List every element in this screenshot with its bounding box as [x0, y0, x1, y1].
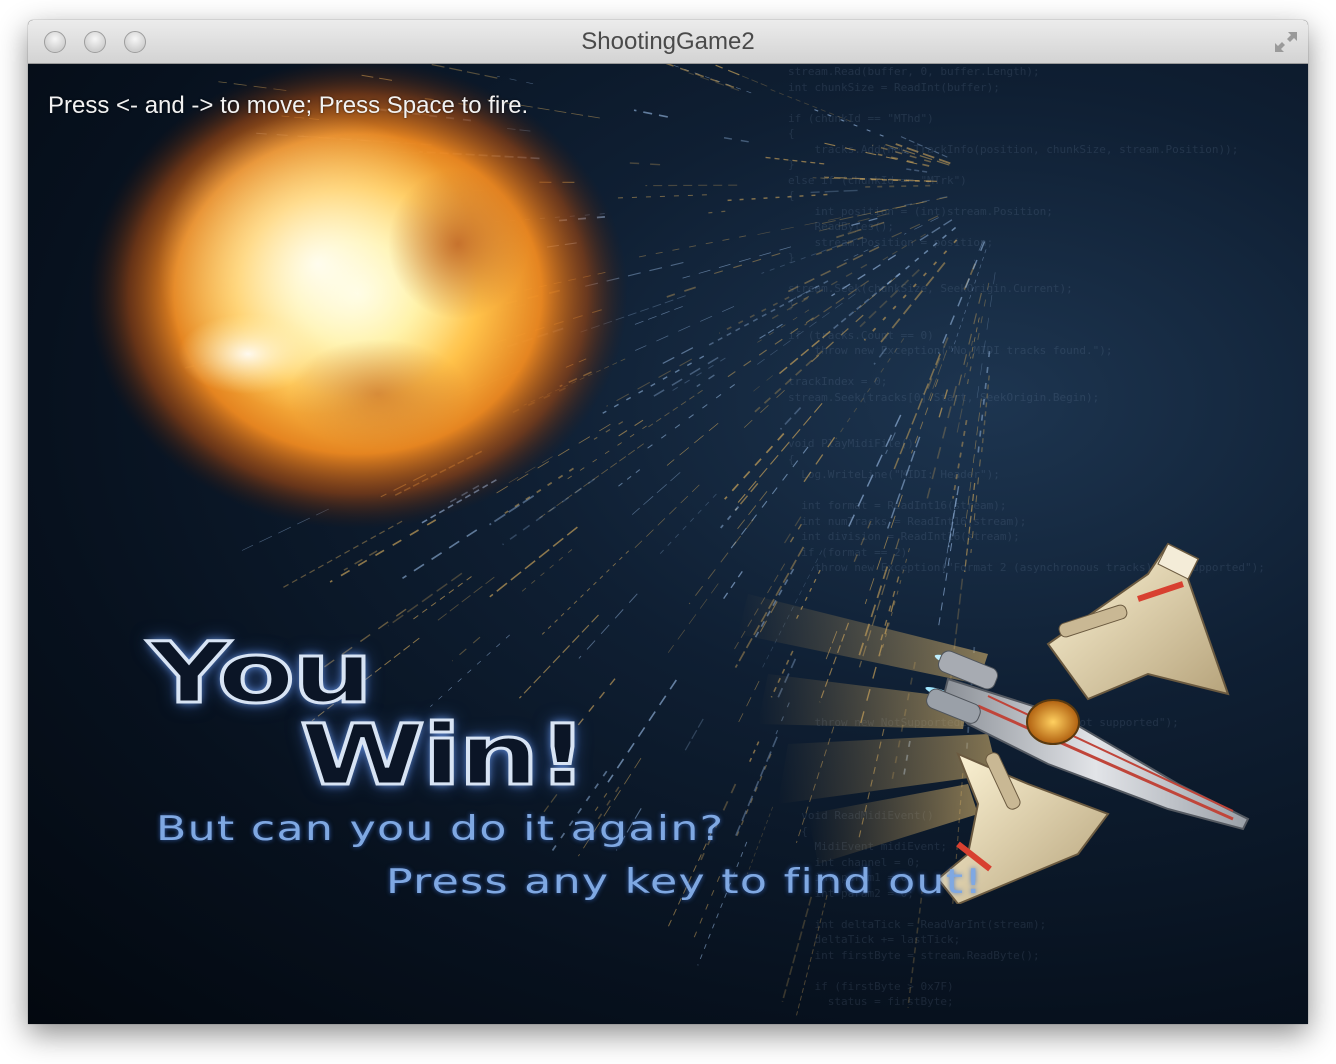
star-streak — [716, 135, 749, 143]
star-streak — [696, 374, 715, 388]
game-viewport[interactable]: stream.Read(buffer, 0, buffer.Length); i… — [28, 64, 1308, 1024]
star-streak — [715, 64, 740, 76]
star-streak — [682, 246, 792, 279]
star-streak — [666, 286, 696, 298]
star-streak — [635, 306, 735, 351]
star-streak — [683, 718, 704, 754]
star-streak — [718, 296, 790, 334]
star-streak — [451, 636, 481, 662]
explosion-effect — [88, 64, 628, 529]
star-streak — [709, 252, 781, 276]
star-streak — [656, 493, 717, 558]
star-streak — [402, 529, 478, 579]
star-streak — [387, 572, 463, 627]
star-streak — [667, 583, 719, 653]
title-bar[interactable]: ShootingGame2 — [28, 20, 1308, 64]
star-streak — [489, 526, 578, 598]
star-streak — [648, 389, 703, 428]
star-streak — [412, 576, 472, 621]
star-streak — [518, 614, 599, 699]
star-streak — [746, 375, 774, 398]
win-title-line2: Win! — [298, 705, 590, 806]
game-window: ShootingGame2 stream.Read(buffer, 0, buf… — [28, 20, 1308, 1024]
star-streak — [607, 679, 677, 783]
window-title: ShootingGame2 — [581, 28, 755, 55]
star-streak — [435, 576, 495, 623]
player-spaceship — [738, 542, 1250, 904]
star-streak — [541, 550, 630, 635]
star-streak — [638, 383, 736, 455]
star-streak — [741, 390, 785, 431]
star-streak — [632, 235, 747, 259]
continue-prompt: Press any key to find out! — [386, 862, 984, 902]
star-streak — [701, 210, 726, 215]
star-streak — [736, 73, 768, 87]
star-streak — [518, 549, 573, 595]
star-streak — [688, 72, 740, 92]
fullscreen-icon[interactable] — [1272, 29, 1300, 55]
star-streak — [758, 323, 783, 340]
star-streak — [343, 550, 378, 571]
star-streak — [666, 423, 719, 466]
star-streak — [430, 634, 510, 707]
controls-instructions: Press <- and -> to move; Press Space to … — [48, 92, 529, 119]
win-subtitle: But can you do it again? — [156, 809, 725, 849]
